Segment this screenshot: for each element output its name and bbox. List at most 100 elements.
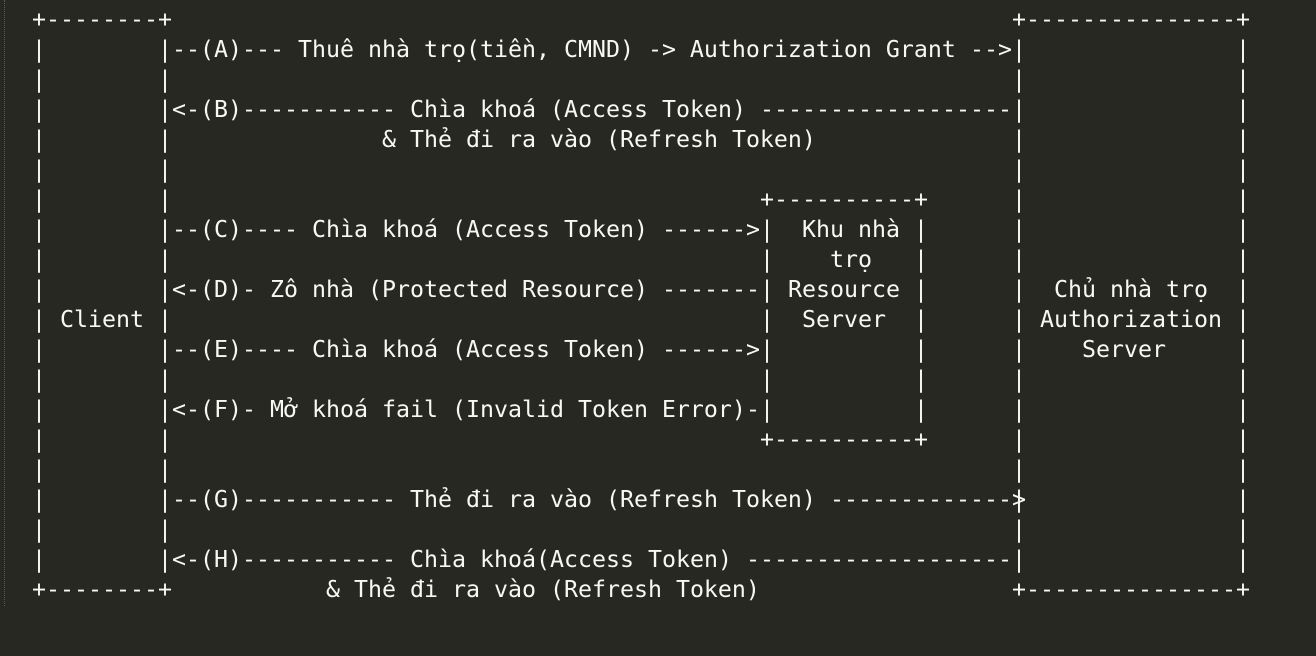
client-box-right-edge: |	[158, 216, 172, 243]
client-box-right-edge: |	[158, 126, 172, 153]
resource-server-box-left-edge: |	[760, 306, 774, 333]
authorization-server-box-right-edge: |	[1236, 156, 1250, 183]
authorization-server-box-left-edge: |	[1012, 336, 1026, 363]
authorization-server-box-right-edge: |	[1236, 456, 1250, 483]
authorization-server-box-right-edge: |	[1236, 366, 1250, 393]
client-box-right-edge: |	[158, 396, 172, 423]
authorization-server-box-right-edge: |	[1236, 36, 1250, 63]
client-box-right-edge: |	[158, 276, 172, 303]
client-box-left-edge: |	[32, 456, 46, 483]
resource-server-box-right-edge: |	[914, 246, 928, 273]
flow-e-label: Chìa khoá (Access Token)	[312, 336, 648, 363]
resource-server-box-right-edge: |	[914, 336, 928, 363]
resource-server-box-left-edge: |	[760, 216, 774, 243]
ascii-diagram: +--------+ +--------+ | | | | | | | | | | | | | | | | | |…	[32, 5, 1292, 605]
client-box-left-edge: |	[32, 186, 46, 213]
authorization-server-box-left-edge: |	[1012, 156, 1026, 183]
client-box-bottom-border: +--------+	[32, 576, 172, 603]
flow-f-prefix: <-(F)-	[172, 396, 270, 423]
flow-g-arrowhead: ------------->	[816, 486, 1026, 513]
authorization-server-box-right-edge: |	[1236, 486, 1250, 513]
client-box-left-edge: |	[32, 366, 46, 393]
authorization-server-box-left-edge: |	[1012, 306, 1026, 333]
flow-g-label: Thẻ đi ra vào (Refresh Token)	[410, 486, 816, 513]
authorization-server-box-right-edge: |	[1236, 276, 1250, 303]
client-box-left-edge: |	[32, 426, 46, 453]
resource-server-box-left-edge: |	[760, 246, 774, 273]
client-box-left-edge: |	[32, 36, 46, 63]
authorization-server-box-left-edge: |	[1012, 36, 1026, 63]
authorization-server-box-right-edge: |	[1236, 336, 1250, 363]
authorization-server-box-top-border: +---------------+	[1012, 6, 1250, 33]
authorization-server-box-left-edge: |	[1012, 546, 1026, 573]
resource-server-box-left-edge: |	[760, 336, 774, 363]
authorization-server-box-left-edge: |	[1012, 426, 1026, 453]
authorization-server-label-line-2: Authorization	[1040, 306, 1222, 333]
authorization-server-box-left-edge: |	[1012, 216, 1026, 243]
client-box-right-edge: |	[158, 426, 172, 453]
authorization-server-box-right-edge: |	[1236, 246, 1250, 273]
authorization-server-box-bottom-border: +---------------+	[1012, 576, 1250, 603]
authorization-server-box-right-edge: |	[1236, 186, 1250, 213]
flow-b-line: ------------------	[746, 96, 1012, 123]
client-label: Client	[60, 306, 144, 333]
flow-h-label: Chìa khoá(Access Token)	[410, 546, 732, 573]
client-box-left-edge: |	[32, 396, 46, 423]
authorization-server-box-left-edge: |	[1012, 186, 1026, 213]
resource-server-box-right-edge: |	[914, 216, 928, 243]
flow-b-prefix: <-(B)-----------	[172, 96, 410, 123]
resource-server-box-left-edge: |	[760, 366, 774, 393]
authorization-server-box-right-edge: |	[1236, 396, 1250, 423]
client-box-left-edge: |	[32, 276, 46, 303]
flow-e-arrowhead: ------>	[648, 336, 760, 363]
authorization-server-box-right-edge: |	[1236, 216, 1250, 243]
flow-d-line: -------	[648, 276, 760, 303]
client-box-right-edge: |	[158, 156, 172, 183]
resource-server-box-right-edge: |	[914, 306, 928, 333]
authorization-server-box-left-edge: |	[1012, 96, 1026, 123]
authorization-server-box-left-edge: |	[1012, 276, 1026, 303]
authorization-server-label-line-3: Server	[1082, 336, 1166, 363]
client-box-left-edge: |	[32, 516, 46, 543]
resource-server-box-right-edge: |	[914, 396, 928, 423]
client-box-left-edge: |	[32, 246, 46, 273]
flow-f-label: Mở khoá fail (Invalid Token Error)	[270, 396, 746, 423]
flow-b-label-line-2: & Thẻ đi ra vào (Refresh Token)	[382, 126, 816, 153]
resource-server-box-top-border: +----------+	[760, 186, 928, 213]
authorization-server-box-left-edge: |	[1012, 366, 1026, 393]
flow-h-line: -------------------	[732, 546, 1012, 573]
client-box-left-edge: |	[32, 336, 46, 363]
flow-c-label: Chìa khoá (Access Token)	[312, 216, 648, 243]
client-box-right-edge: |	[158, 66, 172, 93]
resource-server-box-right-edge: |	[914, 276, 928, 303]
client-box-right-edge: |	[158, 516, 172, 543]
authorization-server-box-left-edge: |	[1012, 66, 1026, 93]
resource-server-box-left-edge: |	[760, 276, 774, 303]
client-box-left-edge: |	[32, 486, 46, 513]
flow-f-line: -	[746, 396, 760, 423]
client-box-right-edge: |	[158, 186, 172, 213]
authorization-server-box-left-edge: |	[1012, 396, 1026, 423]
client-box-right-edge: |	[158, 246, 172, 273]
resource-server-box-bottom-border: +----------+	[760, 426, 928, 453]
flow-h-prefix: <-(H)-----------	[172, 546, 410, 573]
client-box-right-edge: |	[158, 486, 172, 513]
client-box-right-edge: |	[158, 96, 172, 123]
resource-server-label-line-4: Server	[802, 306, 886, 333]
client-box-left-edge: |	[32, 66, 46, 93]
flow-d-prefix: <-(D)-	[172, 276, 270, 303]
authorization-server-box-right-edge: |	[1236, 546, 1250, 573]
flow-b-label: Chìa khoá (Access Token)	[410, 96, 746, 123]
authorization-server-box-right-edge: |	[1236, 516, 1250, 543]
client-box-left-edge: |	[32, 306, 46, 333]
client-box-right-edge: |	[158, 336, 172, 363]
resource-server-label-line-1: Khu nhà	[802, 216, 900, 243]
authorization-server-box-left-edge: |	[1012, 516, 1026, 543]
authorization-server-box-right-edge: |	[1236, 126, 1250, 153]
client-box-right-edge: |	[158, 456, 172, 483]
resource-server-box-left-edge: |	[760, 396, 774, 423]
client-box-left-edge: |	[32, 126, 46, 153]
flow-c-prefix: --(C)----	[172, 216, 312, 243]
authorization-server-box-right-edge: |	[1236, 426, 1250, 453]
resource-server-box-right-edge: |	[914, 366, 928, 393]
